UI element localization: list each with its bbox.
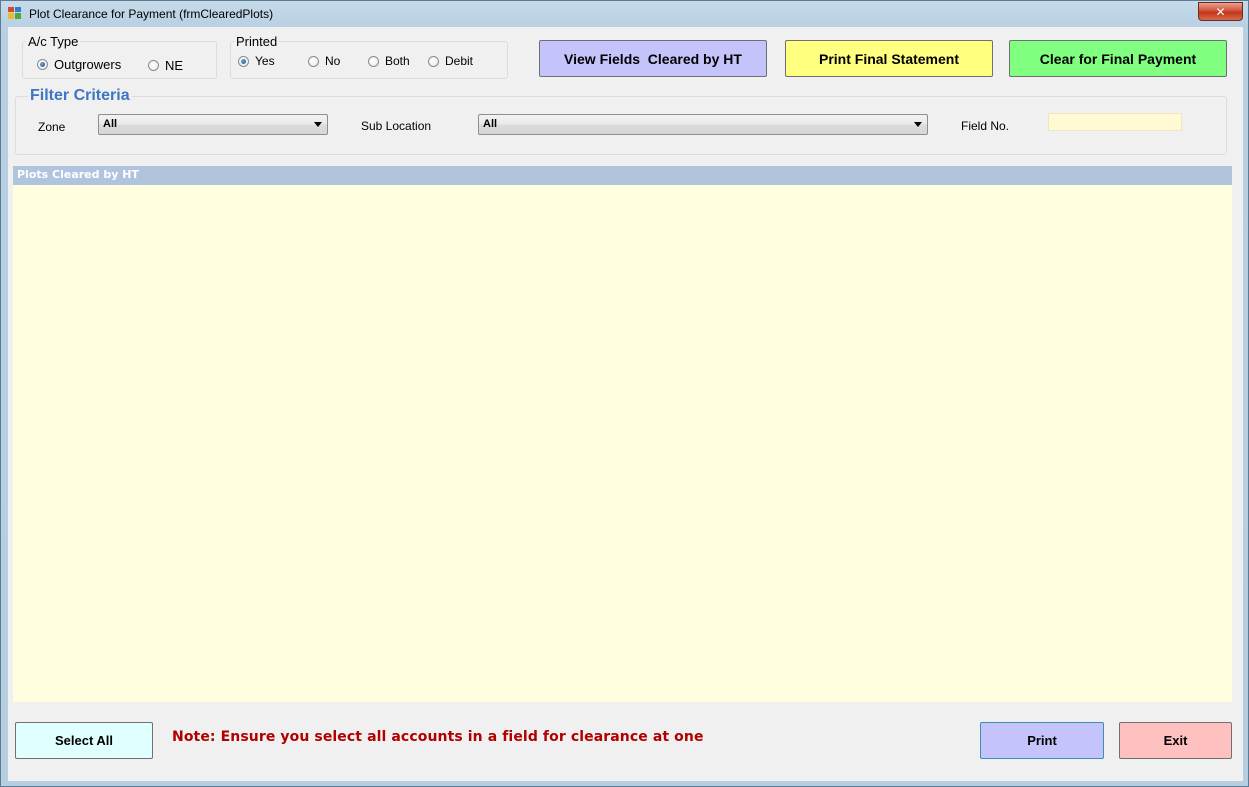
window-frame: Plot Clearance for Payment (frmClearedPl… [0,0,1249,787]
select-all-button[interactable]: Select All [15,722,153,759]
radio-outgrowers-indicator[interactable] [37,59,48,70]
zone-dropdown[interactable]: All [98,114,328,135]
ac-type-legend: A/c Type [26,34,81,49]
chevron-down-icon[interactable] [314,122,322,127]
radio-yes-label: Yes [255,54,275,68]
close-icon: ✕ [1215,4,1226,19]
radio-yes[interactable]: Yes [238,54,275,68]
radio-no-label: No [325,54,341,68]
zone-label: Zone [38,120,66,134]
window-close-button[interactable]: ✕ [1198,2,1243,21]
radio-outgrowers-label: Outgrowers [54,57,122,72]
print-label: Print [1027,733,1057,748]
filter-criteria-title: Filter Criteria [28,87,132,105]
radio-debit-label: Debit [445,54,474,68]
window-title: Plot Clearance for Payment (frmClearedPl… [29,7,274,21]
print-button[interactable]: Print [980,722,1104,759]
exit-button[interactable]: Exit [1119,722,1232,759]
field-no-label: Field No. [961,119,1010,133]
app-icon [8,7,21,19]
view-fields-cleared-label: View Fields Cleared by HT [564,50,742,67]
radio-yes-indicator[interactable] [238,55,249,67]
radio-outgrowers[interactable]: Outgrowers [37,57,121,72]
sublocation-dropdown[interactable]: All [478,114,928,135]
print-final-statement-button[interactable]: Print Final Statement [785,40,993,77]
radio-both-label: Both [385,54,410,68]
view-fields-cleared-button[interactable]: View Fields Cleared by HT [539,40,767,77]
plots-grid-header: Plots Cleared by HT [13,166,1232,185]
select-all-label: Select All [54,733,114,748]
print-final-statement-label: Print Final Statement [818,50,960,67]
clear-final-payment-button[interactable]: Clear for Final Payment [1009,40,1227,77]
clear-final-payment-label: Clear for Final Payment [1039,50,1197,67]
radio-ne-indicator[interactable] [148,60,159,71]
title-bar[interactable]: Plot Clearance for Payment (frmClearedPl… [1,1,1249,27]
radio-ne-label: NE [165,58,184,73]
sublocation-dropdown-value: All [483,118,498,130]
exit-label: Exit [1163,733,1188,748]
radio-no-indicator[interactable] [308,55,319,67]
clearance-note: Note: Ensure you select all accounts in … [172,729,704,745]
field-no-input[interactable] [1048,113,1182,131]
plots-grid-body[interactable] [13,185,1232,702]
zone-dropdown-value: All [103,118,118,130]
radio-no[interactable]: No [308,54,340,68]
radio-ne[interactable]: NE [148,58,183,73]
form-client-area: A/c Type Outgrowers NE Printed Yes No Bo… [8,27,1243,781]
radio-both[interactable]: Both [368,54,410,68]
radio-debit[interactable]: Debit [428,54,473,68]
radio-both-indicator[interactable] [368,55,379,67]
chevron-down-icon[interactable] [914,122,922,127]
radio-debit-indicator[interactable] [428,55,439,67]
printed-legend: Printed [234,34,280,49]
sublocation-label: Sub Location [361,119,432,133]
